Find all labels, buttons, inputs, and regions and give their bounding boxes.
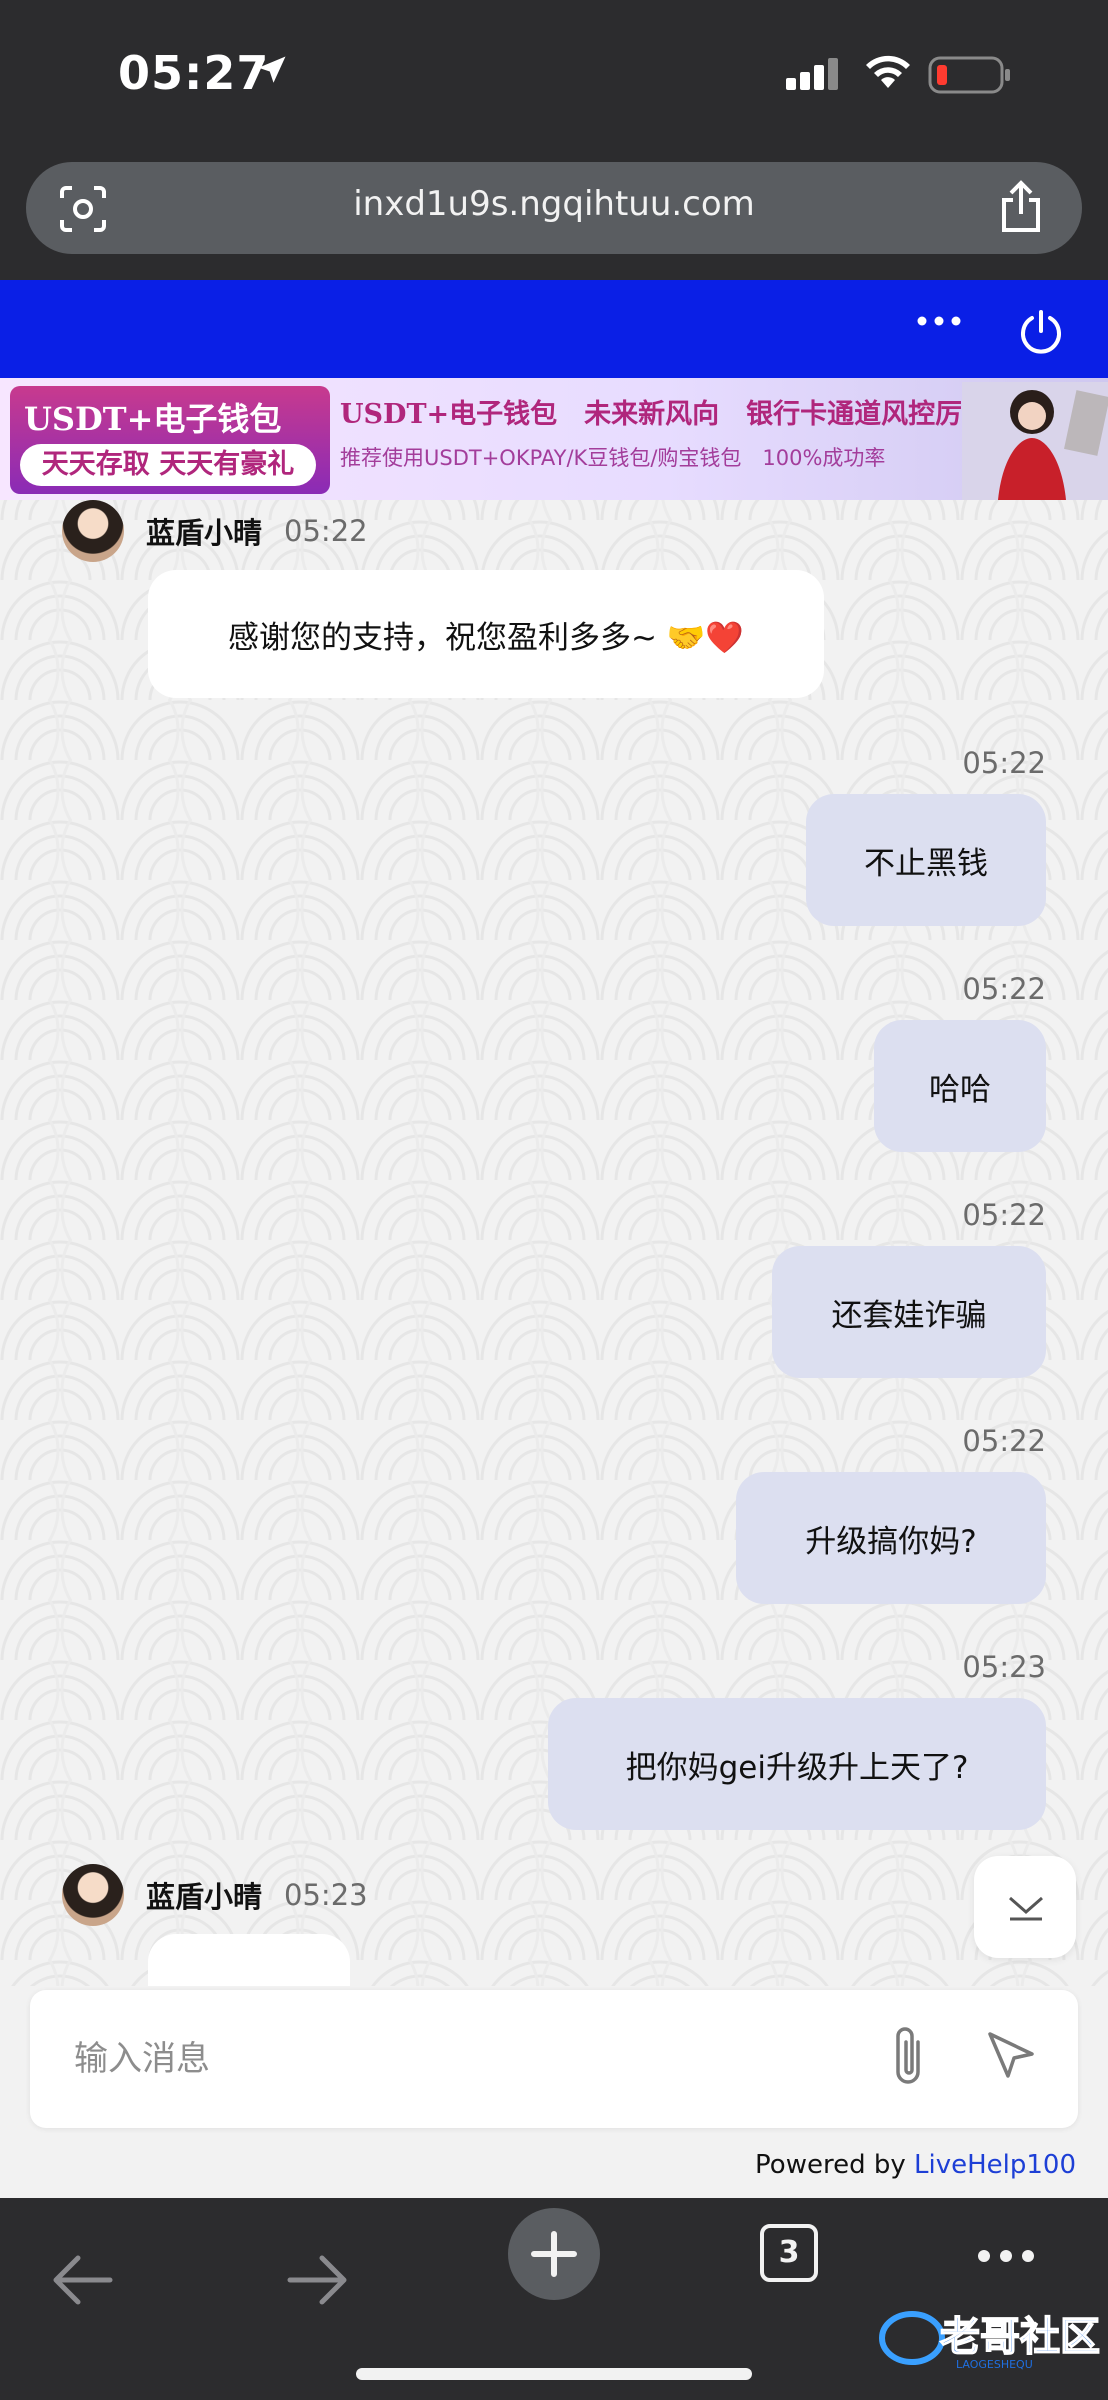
banner-model-image (962, 382, 1108, 500)
message-header: 蓝盾小晴 05:22 (62, 500, 368, 562)
power-icon[interactable] (1018, 308, 1064, 354)
chevron-down-icon (1009, 1896, 1043, 1921)
sender-name: 蓝盾小晴 (146, 516, 263, 550)
banner-subtitle: 推荐使用USDT+OKPAY/K豆钱包/购宝钱包 100%成功率 (340, 446, 886, 470)
url-text[interactable]: inxd1u9s.ngqihtuu.com (26, 184, 1082, 224)
message-bubble-outgoing: 把你妈gei升级升上天了? (548, 1698, 1046, 1830)
message-time: 05:22 (962, 1198, 1046, 1232)
banner-badge-title: USDT+电子钱包 (24, 400, 282, 438)
address-bar[interactable]: inxd1u9s.ngqihtuu.com (26, 162, 1082, 254)
avatar (62, 1864, 124, 1926)
sender-name: 蓝盾小晴 (146, 1880, 263, 1914)
message-bubble-incoming: 感谢您的支持，祝您盈利多多~ 🤝❤️ (148, 570, 824, 698)
tab-switcher-button[interactable]: 3 (760, 2224, 818, 2282)
message-time: 05:23 (962, 1650, 1046, 1684)
message-header: 蓝盾小晴 05:23 (62, 1864, 368, 1926)
message-input[interactable] (74, 2028, 854, 2090)
watermark-text: 老哥社区 (940, 2314, 1100, 2360)
scroll-to-bottom-button[interactable] (974, 1856, 1076, 1958)
banner-badge-sub: 天天存取 天天有豪礼 (20, 444, 316, 486)
home-indicator (356, 2368, 752, 2380)
paperclip-icon[interactable] (888, 2024, 928, 2088)
message-bubble-outgoing: 还套娃诈骗 (772, 1246, 1046, 1378)
avatar (62, 500, 124, 562)
message-time: 05:22 (284, 514, 368, 548)
message-bubble-outgoing: 不止黑钱 (806, 794, 1046, 926)
cellular-signal-icon (786, 58, 838, 90)
chat-page: USDT+电子钱包 天天存取 天天有豪礼 USDT+电子钱包 未来新风向 银行卡… (0, 280, 1108, 2198)
more-menu-icon[interactable] (976, 2248, 1036, 2264)
ad-banner[interactable]: USDT+电子钱包 天天存取 天天有豪礼 USDT+电子钱包 未来新风向 银行卡… (0, 378, 1108, 500)
message-bubble-outgoing: 升级搞你妈? (736, 1472, 1046, 1604)
message-composer (30, 1990, 1078, 2128)
browser-toolbar: 3 老哥社区 LAOGESHEQU (0, 2198, 1108, 2400)
banner-title: USDT+电子钱包 未来新风向 银行卡通道风控厉害 (340, 399, 990, 430)
chat-header (0, 280, 1108, 378)
share-icon[interactable] (998, 180, 1044, 234)
message-time: 05:22 (962, 746, 1046, 780)
more-options-icon[interactable] (916, 314, 962, 328)
watermark-logo: 老哥社区 LAOGESHEQU (879, 2311, 1100, 2371)
battery-icon (928, 56, 1010, 94)
powered-prefix: Powered by (755, 2150, 914, 2180)
status-time: 05:27 (118, 46, 270, 100)
plus-icon (531, 2231, 577, 2277)
forward-arrow-icon[interactable] (286, 2252, 350, 2308)
location-arrow-icon (258, 56, 286, 83)
send-icon[interactable] (986, 2030, 1036, 2080)
banner-badge: USDT+电子钱包 天天存取 天天有豪礼 (10, 386, 330, 494)
back-arrow-icon[interactable] (50, 2252, 114, 2308)
message-time: 05:22 (962, 1424, 1046, 1458)
message-bubble-outgoing: 哈哈 (874, 1020, 1046, 1152)
new-tab-button[interactable] (508, 2208, 600, 2300)
status-bar: 05:27 (0, 0, 1108, 150)
watermark-subtext: LAOGESHEQU (956, 2358, 1033, 2371)
message-time: 05:23 (284, 1878, 368, 1912)
wifi-icon (866, 55, 910, 88)
message-time: 05:22 (962, 972, 1046, 1006)
livehelp-link[interactable]: LiveHelp100 (914, 2150, 1076, 2180)
powered-by: Powered by LiveHelp100 (755, 2150, 1076, 2180)
